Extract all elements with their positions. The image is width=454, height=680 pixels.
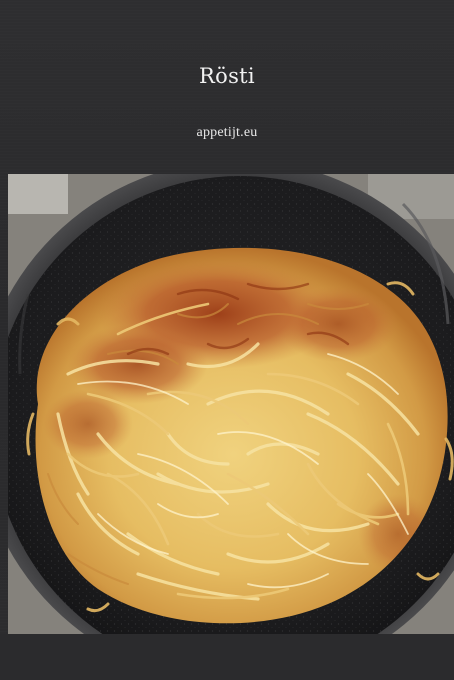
footer-bar — [0, 634, 454, 680]
site-link[interactable]: appetijt.eu — [0, 125, 454, 141]
page-title: Rösti — [199, 64, 255, 88]
rosti-photo — [8, 174, 454, 634]
header: Rösti appetijt.eu — [0, 0, 454, 174]
rosti-pan-illustration — [8, 174, 454, 634]
